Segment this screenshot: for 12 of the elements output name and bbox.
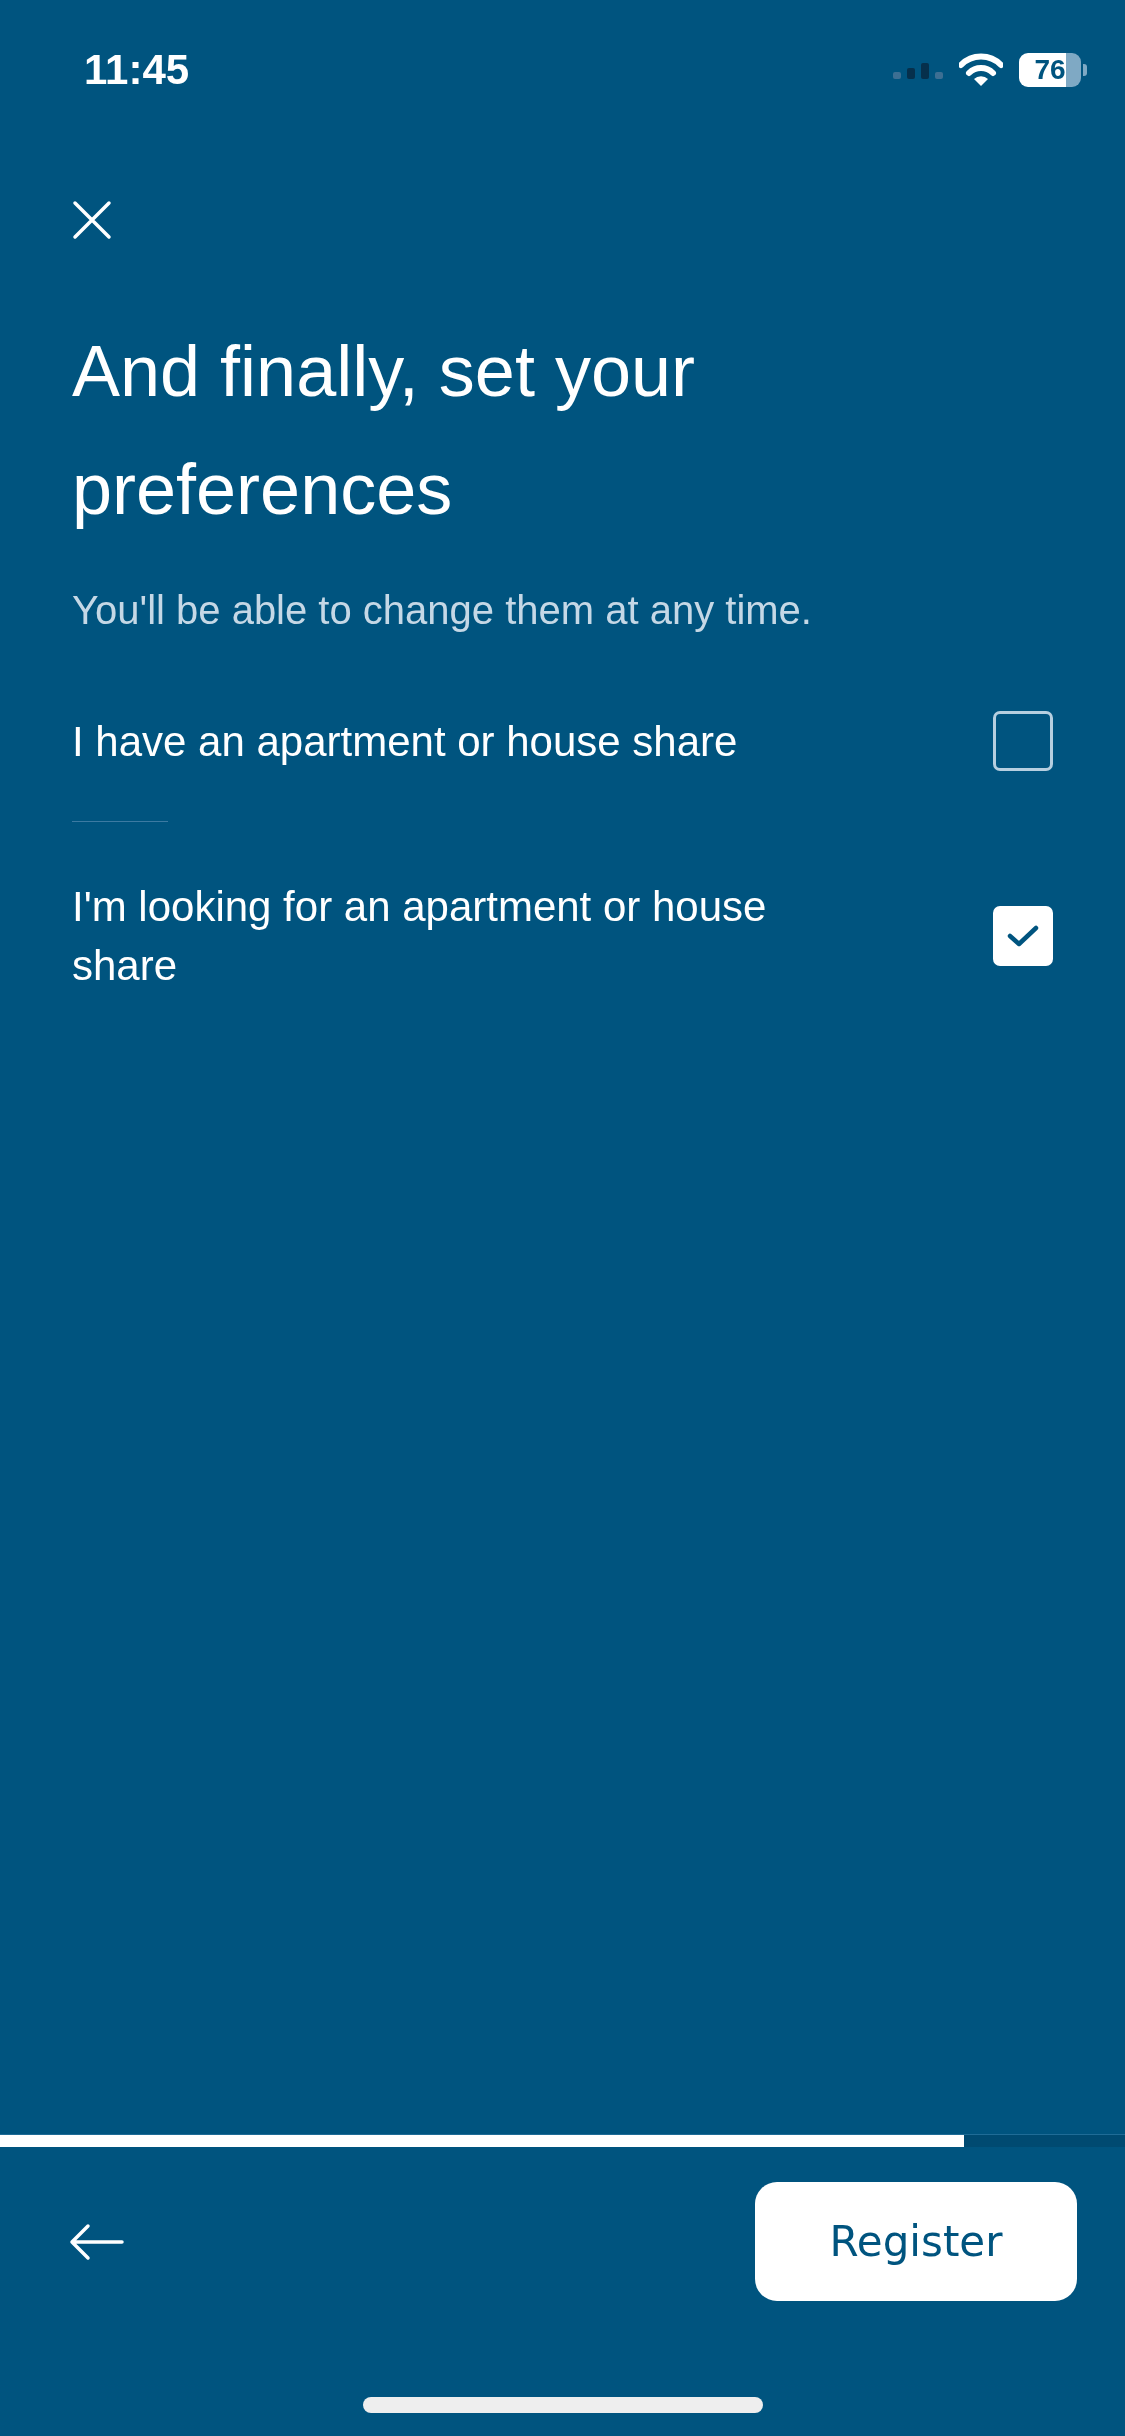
signal-icon bbox=[893, 60, 943, 80]
register-button[interactable]: Register bbox=[755, 2182, 1077, 2301]
back-arrow-icon[interactable] bbox=[68, 2221, 124, 2262]
option-label: I'm looking for an apartment or house share bbox=[72, 882, 768, 991]
wifi-icon bbox=[959, 53, 1003, 87]
page-title: And finally, set your preferences bbox=[72, 330, 696, 531]
status-time: 11:45 bbox=[84, 46, 190, 94]
page-subtitle: You'll be able to change them at any time. bbox=[72, 588, 813, 633]
close-icon[interactable] bbox=[72, 200, 112, 240]
option-label: I have an apartment or house share bbox=[72, 716, 738, 767]
checkbox[interactable] bbox=[993, 711, 1053, 771]
check-icon bbox=[1006, 923, 1040, 949]
